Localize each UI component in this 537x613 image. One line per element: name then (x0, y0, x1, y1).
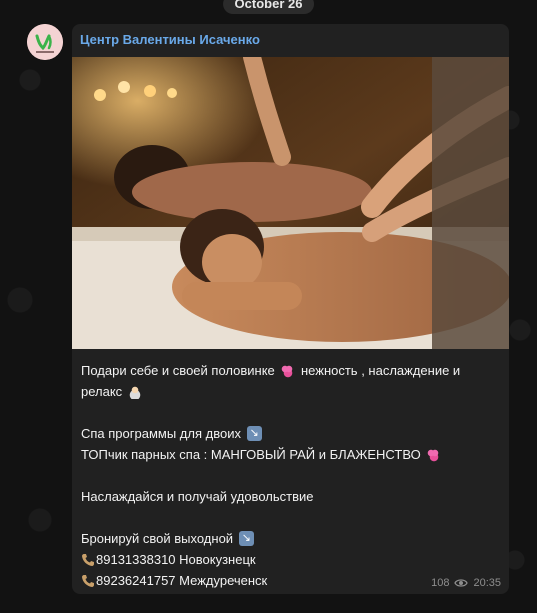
channel-avatar[interactable] (27, 24, 63, 60)
post-text-segment: нежность , наслаждение и (297, 363, 461, 378)
post-text-line: 89131338310 Новокузнецк (81, 549, 501, 570)
post-text-line: Спа программы для двоих ↘ (81, 423, 501, 444)
post-text-line (81, 465, 501, 486)
post-text-line: релакс (81, 381, 501, 402)
post-text-segment: 89131338310 Новокузнецк (96, 552, 256, 567)
two-hearts-icon (280, 363, 296, 379)
post-text: Подари себе и своей половинке нежность ,… (81, 360, 501, 591)
date-separator: October 26 (222, 0, 315, 14)
telephone-receiver-icon (82, 574, 94, 587)
post-text-segment: Наслаждайся и получай удовольствие (81, 489, 314, 504)
post-text-segment: релакс (81, 384, 126, 399)
post-text-line: Бронируй свой выходной ↘ (81, 528, 501, 549)
post-text-line (81, 507, 501, 528)
post-text-segment: Подари себе и своей половинке (81, 363, 279, 378)
post-time: 20:35 (473, 577, 501, 589)
person-in-towel-icon (127, 384, 143, 400)
down-right-arrow-icon: ↘ (238, 531, 254, 547)
post-photo[interactable] (72, 57, 509, 349)
post-text-line (81, 402, 501, 423)
channel-name[interactable]: Центр Валентины Исаченко (80, 32, 260, 47)
post-text-segment: Спа программы для двоих (81, 426, 245, 441)
eye-icon (454, 579, 469, 587)
post-text-line: Подари себе и своей половинке нежность ,… (81, 360, 501, 381)
post-text-segment: ТОПчик парных спа : МАНГОВЫЙ РАЙ и БЛАЖЕ… (81, 447, 425, 462)
post-meta: 108 20:35 (431, 577, 501, 589)
telephone-receiver-icon (82, 553, 94, 566)
channel-post-bubble: Центр Валентины Исаченко Подари себе и с… (72, 24, 509, 594)
post-text-line: ТОПчик парных спа : МАНГОВЫЙ РАЙ и БЛАЖЕ… (81, 444, 501, 465)
down-right-arrow-icon: ↘ (246, 426, 262, 442)
channel-logo-icon (27, 24, 63, 60)
two-hearts-icon (426, 447, 442, 463)
post-text-segment: Бронируй свой выходной (81, 531, 237, 546)
post-text-line: Наслаждайся и получай удовольствие (81, 486, 501, 507)
post-text-segment: 89236241757 Междуреченск (96, 573, 268, 588)
views-count: 108 (431, 577, 450, 589)
